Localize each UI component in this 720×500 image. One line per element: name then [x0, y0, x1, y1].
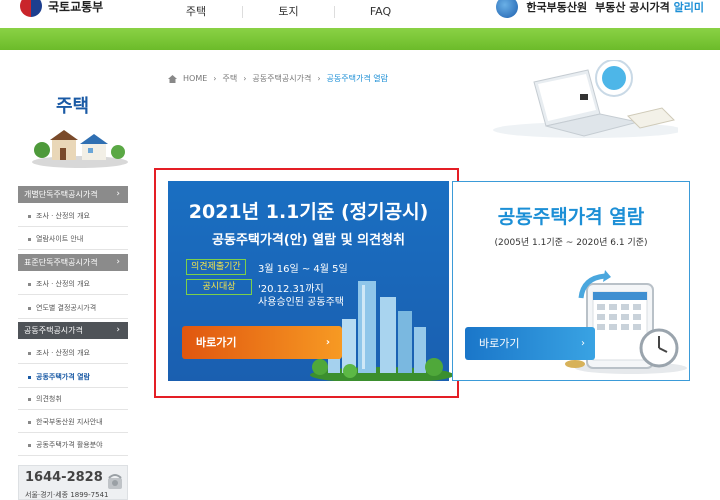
- target-tag: 공시대상: [186, 279, 252, 295]
- bullet-icon: [28, 351, 31, 355]
- bullet-icon: [28, 375, 31, 379]
- bullet-icon: [28, 237, 31, 241]
- notice-title: 2021년 1.1기준 (정기공시): [188, 201, 429, 223]
- sidebar-item-usage[interactable]: 공동주택가격 활용분야: [18, 434, 128, 456]
- bullet-icon: [28, 214, 31, 218]
- nav-item-housing[interactable]: 주택: [150, 6, 242, 18]
- sidebar-section-detached-standard[interactable]: 표준단독주택공시가격 ›: [18, 254, 128, 271]
- chevron-right-icon: ›: [325, 337, 330, 348]
- price-view-go-button[interactable]: 바로가기 ›: [465, 327, 595, 360]
- sidebar-item-label: 조사 · 산정의 개요: [36, 280, 90, 288]
- breadcrumb-housing[interactable]: 주택: [222, 73, 237, 84]
- sidebar-item-label: 의견청취: [36, 395, 62, 403]
- sidebar-item-opinion[interactable]: 의견청취: [18, 388, 128, 410]
- green-banner-bar: [0, 28, 720, 50]
- sidebar-section-label: 공동주택공시가격: [24, 326, 83, 335]
- sidebar-item-site-guide[interactable]: 열람사이트 안내: [18, 228, 128, 250]
- service-name: 부동산 공시가격 알리미: [595, 0, 704, 15]
- phone-contact-box: 1644-2828 서울·경기·세종 1899-7541: [18, 465, 128, 500]
- price-view-go-button-label: 바로가기: [479, 337, 520, 350]
- sidebar-title: 주택: [56, 96, 90, 117]
- price-view-title: 공동주택가격 열람: [497, 206, 645, 228]
- breadcrumb-separator: ›: [213, 74, 217, 83]
- sidebar-item-overview-2[interactable]: 조사 · 산정의 개요: [18, 273, 128, 295]
- agency-name: 한국부동산원: [526, 1, 588, 14]
- bullet-icon: [28, 282, 31, 286]
- sidebar-section-detached-individual[interactable]: 개별단독주택공시가격 ›: [18, 186, 128, 203]
- sidebar-item-label: 공동주택가격 열람: [36, 373, 90, 381]
- sidebar-item-label: 공동주택가격 활용분야: [36, 441, 103, 449]
- breadcrumb-separator: ›: [317, 74, 321, 83]
- bullet-icon: [28, 397, 31, 401]
- top-nav: 주택 토지 FAQ: [150, 6, 426, 18]
- sidebar-item-label: 조사 · 산정의 개요: [36, 349, 90, 357]
- sidebar-item-overview-1[interactable]: 조사 · 산정의 개요: [18, 205, 128, 227]
- sidebar-item-label: 열람사이트 안내: [36, 235, 84, 243]
- breadcrumb-home[interactable]: HOME: [183, 74, 207, 83]
- phone-number: 1644-2828: [25, 470, 103, 485]
- sidebar-section-label: 개별단독주택공시가격: [24, 190, 98, 199]
- sidebar-section-label: 표준단독주택공시가격: [24, 258, 98, 267]
- ministry-name: 국토교통부: [48, 0, 104, 14]
- service-highlight: 알리미: [673, 1, 704, 14]
- ministry-logo[interactable]: 국토교통부: [20, 0, 103, 20]
- top-header: 국토교통부 주택 토지 FAQ 한국부동산원 부동산 공시가격 알리미: [0, 0, 720, 28]
- notice-go-button[interactable]: 바로가기 ›: [182, 326, 342, 359]
- houses-illustration: [32, 130, 128, 168]
- breadcrumb-apartment[interactable]: 공동주택공시가격: [252, 73, 311, 84]
- breadcrumb-current: 공동주택가격 열람: [326, 74, 388, 83]
- opinion-period-tag: 의견제출기간: [186, 259, 246, 275]
- home-icon: [168, 74, 177, 83]
- sidebar-item-overview-3[interactable]: 조사 · 산정의 개요: [18, 342, 128, 364]
- sidebar-item-label: 연도별 결정공시가격: [36, 304, 97, 312]
- phone-icon: [108, 474, 122, 489]
- chevron-right-icon: ›: [116, 189, 120, 199]
- notice-subtitle: 공동주택가격(안) 열람 및 의견청취: [212, 233, 405, 248]
- bullet-icon: [28, 443, 31, 447]
- sidebar-item-yearly-prices[interactable]: 연도별 결정공시가격: [18, 297, 128, 319]
- nav-item-faq[interactable]: FAQ: [334, 6, 426, 18]
- taegeuk-icon: [20, 0, 42, 17]
- sidebar-section-apartment[interactable]: 공동주택공시가격 ›: [18, 322, 128, 339]
- chevron-right-icon: ›: [116, 257, 120, 267]
- breadcrumb: HOME › 주택 › 공동주택공시가격 › 공동주택가격 열람: [168, 73, 388, 84]
- sidebar-item-label: 한국부동산원 지사안내: [36, 418, 103, 426]
- price-view-card: 공동주택가격 열람 (2005년 1.1기준 ~ 2020년 6.1 기준) 바…: [452, 181, 690, 381]
- nav-item-land[interactable]: 토지: [242, 6, 334, 18]
- reb-logo-icon: [496, 0, 519, 18]
- bullet-icon: [28, 420, 31, 424]
- sidebar-item-branch-guide[interactable]: 한국부동산원 지사안내: [18, 411, 128, 433]
- notice-go-button-label: 바로가기: [196, 336, 237, 349]
- sidebar-item-label: 조사 · 산정의 개요: [36, 212, 90, 220]
- breadcrumb-separator: ›: [243, 74, 247, 83]
- notice-card: 2021년 1.1기준 (정기공시) 공동주택가격(안) 열람 및 의견청취 의…: [168, 181, 452, 381]
- sidebar-item-apartment-view[interactable]: 공동주택가격 열람: [18, 366, 128, 388]
- service-prefix: 부동산 공시가격: [595, 1, 670, 14]
- agency-logo[interactable]: 한국부동산원 부동산 공시가격 알리미: [496, 0, 704, 22]
- phone-sub-number: 서울·경기·세종 1899-7541: [25, 491, 109, 499]
- bullet-icon: [28, 306, 31, 310]
- chevron-right-icon: ›: [581, 338, 585, 349]
- chevron-right-icon: ›: [116, 325, 120, 335]
- price-view-subtitle: (2005년 1.1기준 ~ 2020년 6.1 기준): [494, 238, 648, 248]
- laptop-illustration: [493, 60, 678, 138]
